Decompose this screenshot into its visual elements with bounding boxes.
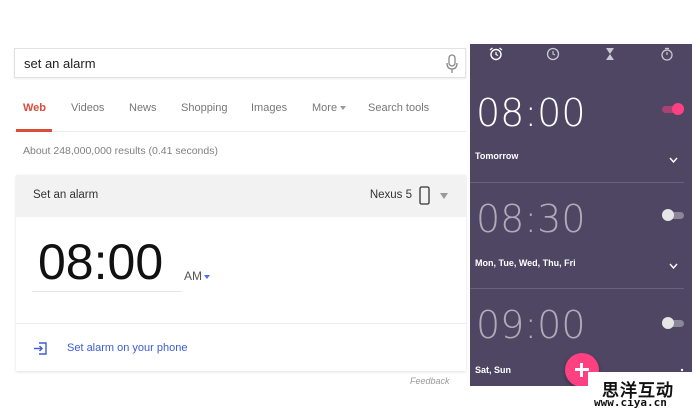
- card-title: Set an alarm: [33, 189, 99, 201]
- am-pm-label: AM: [184, 269, 202, 283]
- stopwatch-icon[interactable]: [660, 47, 674, 61]
- clock-toolbar: [470, 44, 692, 66]
- alarm-clock-icon[interactable]: [489, 47, 503, 61]
- feedback-link[interactable]: Feedback: [410, 376, 450, 386]
- search-tabs: Web Videos News Shopping Images More Sea…: [14, 98, 466, 132]
- alarm-time[interactable]: 08:30: [476, 197, 586, 241]
- send-to-phone-icon: [34, 342, 47, 355]
- microphone-icon[interactable]: [445, 54, 459, 74]
- tab-videos[interactable]: Videos: [71, 102, 104, 114]
- card-divider: [16, 323, 466, 324]
- alarm-toggle-off[interactable]: [662, 317, 684, 329]
- am-pm-caret-icon: [204, 274, 210, 279]
- am-pm-selector[interactable]: AM: [184, 269, 210, 283]
- set-alarm-on-phone-label: Set alarm on your phone: [67, 342, 188, 354]
- alarm-time[interactable]: 08:00: [476, 91, 586, 135]
- time-underline: [32, 291, 182, 292]
- hourglass-icon[interactable]: [603, 47, 617, 61]
- alarm-time-display: 08:00: [38, 233, 163, 291]
- tab-more[interactable]: More: [312, 102, 347, 114]
- result-stats: About 248,000,000 results (0.41 seconds): [23, 145, 218, 157]
- clock-icon[interactable]: [546, 47, 560, 61]
- alarm-divider: [470, 182, 684, 183]
- hour-field[interactable]: 08: [38, 234, 94, 290]
- plus-icon-stroke: [580, 363, 583, 377]
- active-tab-indicator: [16, 129, 52, 132]
- chevron-down-icon[interactable]: [669, 157, 678, 163]
- tab-more-label: More: [312, 102, 338, 114]
- alarm-days: Mon, Tue, Wed, Thu, Fri: [475, 258, 576, 268]
- clock-app: 08:00 Tomorrow 08:30 Mon, Tue, Wed, Thu,…: [470, 44, 692, 386]
- more-caret-icon: [340, 106, 347, 111]
- minute-field[interactable]: 00: [108, 234, 164, 290]
- toggle-knob: [662, 317, 674, 329]
- alarm-days: Tomorrow: [475, 151, 519, 161]
- alarm-toggle-off[interactable]: [662, 209, 684, 221]
- tab-shopping[interactable]: Shopping: [181, 102, 228, 114]
- watermark: 思洋互动 www.ciya.cn: [588, 372, 700, 415]
- alarm-days: Sat, Sun: [475, 365, 512, 375]
- tab-images[interactable]: Images: [251, 102, 287, 114]
- set-alarm-on-phone-link[interactable]: Set alarm on your phone: [33, 339, 187, 357]
- tab-news[interactable]: News: [129, 102, 157, 114]
- device-dropdown-icon[interactable]: [440, 193, 448, 199]
- alarm-time[interactable]: 09:00: [476, 303, 586, 347]
- time-separator: :: [93, 234, 108, 290]
- search-input[interactable]: set an alarm: [24, 56, 96, 71]
- tab-web[interactable]: Web: [23, 102, 46, 114]
- toggle-knob: [662, 209, 674, 221]
- search-box[interactable]: set an alarm: [14, 48, 466, 78]
- phone-icon: [419, 186, 430, 205]
- alarm-divider: [470, 288, 684, 289]
- toggle-knob: [672, 103, 684, 115]
- search-results-page: set an alarm Web Videos News Shopping Im…: [0, 44, 470, 394]
- card-header: Set an alarm Nexus 5: [16, 175, 466, 217]
- alarm-toggle-on[interactable]: [662, 103, 684, 115]
- set-alarm-card: Set an alarm Nexus 5 08:00 AM Set alarm …: [16, 175, 466, 371]
- tab-search-tools[interactable]: Search tools: [368, 102, 429, 114]
- chevron-down-icon[interactable]: [669, 263, 678, 269]
- watermark-url: www.ciya.cn: [594, 396, 667, 409]
- device-selector[interactable]: Nexus 5: [370, 189, 412, 201]
